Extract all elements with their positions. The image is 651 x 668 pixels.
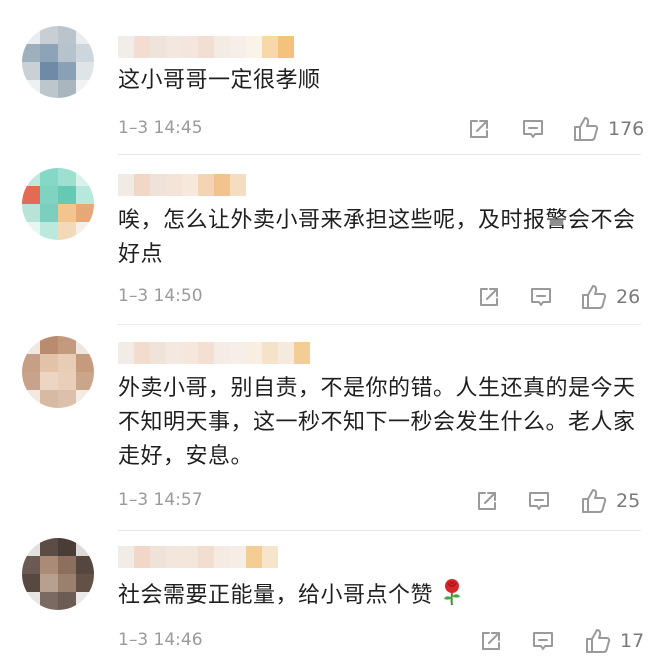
divider: [118, 530, 641, 531]
timestamp: 1–3 14:45: [118, 118, 203, 138]
like-button[interactable]: 17: [584, 626, 644, 656]
comment-meta: 1–3 14:50 26: [0, 282, 651, 312]
comment-item: 外卖小哥，别自责，不是你的错。人生还真的是今天不知明天事，这一秒不知下一秒会发生…: [0, 324, 651, 530]
rose-emoji-icon: [441, 578, 463, 606]
divider: [118, 324, 641, 325]
comment-icon[interactable]: [526, 488, 552, 514]
thumbs-up-icon: [584, 627, 612, 655]
thumbs-up-icon: [580, 283, 608, 311]
comment-icon[interactable]: [520, 116, 546, 142]
thumbs-up-icon: [580, 487, 608, 515]
username-blurred[interactable]: [118, 546, 278, 568]
comment-meta: 1–3 14:57 25: [0, 486, 651, 516]
thumbs-up-icon: [572, 115, 600, 143]
comment-text: 外卖小哥，别自责，不是你的错。人生还真的是今天不知明天事，这一秒不知下一秒会发生…: [118, 376, 636, 469]
like-button[interactable]: 176: [572, 114, 644, 144]
avatar[interactable]: [22, 538, 94, 610]
comment-text: 这小哥哥一定很孝顺: [118, 68, 321, 93]
like-count: 25: [616, 490, 641, 512]
timestamp: 1–3 14:46: [118, 630, 203, 650]
username-blurred[interactable]: [118, 174, 246, 196]
share-icon[interactable]: [474, 488, 500, 514]
avatar[interactable]: [22, 168, 94, 240]
timestamp: 1–3 14:50: [118, 286, 203, 306]
comment-item: 社会需要正能量，给小哥点个赞 1–3 14:46 17: [0, 530, 651, 668]
share-icon[interactable]: [466, 116, 492, 142]
like-button[interactable]: 25: [580, 486, 640, 516]
share-icon[interactable]: [478, 628, 504, 654]
comment-feed: 这小哥哥一定很孝顺 1–3 14:45 176 唉，怎么让外卖小哥来承担这些呢，…: [0, 0, 651, 668]
timestamp: 1–3 14:57: [118, 490, 203, 510]
comment-icon[interactable]: [528, 284, 554, 310]
comment-text: 社会需要正能量，给小哥点个赞: [118, 578, 638, 613]
avatar[interactable]: [22, 336, 94, 408]
comment-text: 唉，怎么让外卖小哥来承担这些呢，及时报警会不会好点: [118, 208, 636, 267]
avatar[interactable]: [22, 26, 94, 98]
username-blurred[interactable]: [118, 36, 294, 58]
like-count: 176: [608, 118, 645, 140]
comment-item: 这小哥哥一定很孝顺 1–3 14:45 176: [0, 0, 651, 154]
comment-text-content: 社会需要正能量，给小哥点个赞: [118, 583, 434, 608]
username-blurred[interactable]: [118, 342, 310, 364]
like-count: 17: [620, 630, 645, 652]
comment-icon[interactable]: [530, 628, 556, 654]
divider: [118, 154, 641, 155]
share-icon[interactable]: [476, 284, 502, 310]
like-count: 26: [616, 286, 641, 308]
comment-meta: 1–3 14:45 176: [0, 114, 651, 144]
comment-meta: 1–3 14:46 17: [0, 626, 651, 656]
like-button[interactable]: 26: [580, 282, 640, 312]
comment-item: 唉，怎么让外卖小哥来承担这些呢，及时报警会不会好点 1–3 14:50 26: [0, 154, 651, 324]
